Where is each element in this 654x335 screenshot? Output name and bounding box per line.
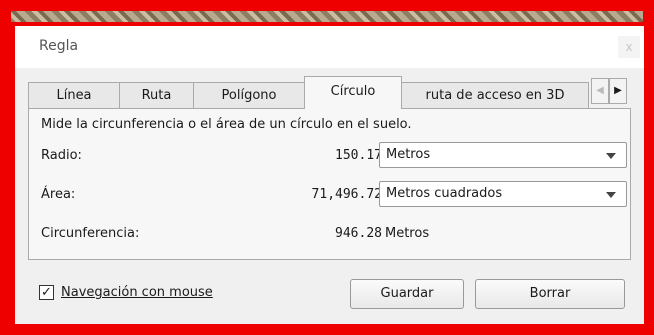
- tab-bar: Línea Ruta Polígono Círculo ruta de acce…: [28, 76, 636, 109]
- tab-ruta[interactable]: Ruta: [119, 82, 194, 108]
- close-icon: x: [625, 40, 633, 54]
- close-button[interactable]: x: [618, 36, 640, 58]
- clear-button[interactable]: Borrar: [475, 279, 625, 309]
- mouse-navigation-checkbox[interactable]: ✓: [39, 285, 54, 300]
- clear-button-label: Borrar: [529, 286, 571, 301]
- tab-label: Polígono: [221, 88, 277, 103]
- area-value: 71,496.72: [311, 187, 382, 202]
- tab-label: Círculo: [330, 84, 376, 99]
- circumference-value: 946.28: [335, 226, 382, 241]
- radius-label: Radio:: [41, 148, 82, 163]
- title-bar[interactable]: Regla x: [15, 26, 644, 68]
- save-button[interactable]: Guardar: [350, 279, 464, 309]
- mouse-navigation-label[interactable]: Navegación con mouse: [61, 285, 213, 300]
- radius-unit-select[interactable]: Metros: [379, 142, 627, 168]
- ruler-dialog: Regla x Línea Ruta Polígono Círculo ruta…: [15, 26, 644, 324]
- checkmark-icon: ✓: [41, 285, 52, 300]
- radius-unit-text: Metros: [386, 147, 431, 162]
- chevron-left-icon: ◀: [596, 85, 604, 96]
- radius-value: 150.17: [335, 148, 382, 163]
- tab-circulo[interactable]: Círculo: [304, 76, 402, 109]
- tab-linea[interactable]: Línea: [28, 82, 120, 108]
- tab-scroll-left-button[interactable]: ◀: [591, 78, 609, 104]
- window-title: Regla: [39, 38, 79, 54]
- chevron-down-icon: [606, 192, 616, 198]
- area-label: Área:: [41, 187, 76, 202]
- chevron-down-icon: [606, 153, 616, 159]
- panel-description: Mide la circunferencia o el área de un c…: [41, 117, 412, 132]
- save-button-label: Guardar: [380, 286, 434, 301]
- circle-panel: Mide la circunferencia o el área de un c…: [28, 108, 631, 260]
- tab-label: Ruta: [141, 88, 172, 103]
- tab-scroll-right-button[interactable]: ▶: [609, 78, 627, 104]
- area-unit-select[interactable]: Metros cuadrados: [379, 181, 627, 207]
- circumference-unit: Metros: [385, 226, 430, 241]
- area-unit-text: Metros cuadrados: [386, 186, 503, 201]
- circumference-label: Circunferencia:: [41, 226, 140, 241]
- tab-poligono[interactable]: Polígono: [193, 82, 305, 108]
- tab-label: ruta de acceso en 3D: [425, 88, 565, 103]
- chevron-right-icon: ▶: [614, 85, 622, 96]
- tab-label: Línea: [56, 88, 92, 103]
- tab-ruta-3d[interactable]: ruta de acceso en 3D: [401, 82, 589, 108]
